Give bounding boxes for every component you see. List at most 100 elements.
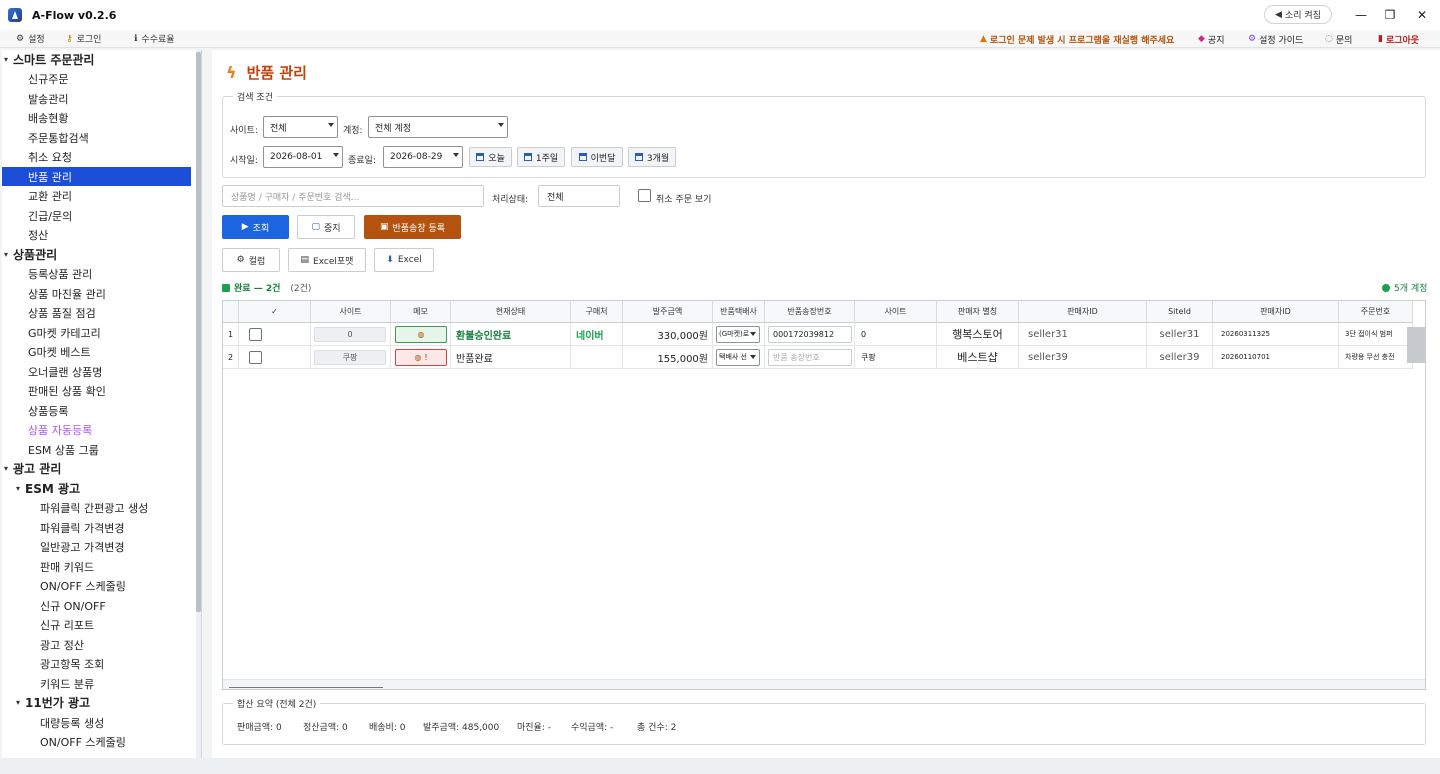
sound-toggle-button[interactable]: ◀ 소리 켜짐: [1264, 5, 1332, 24]
minimize-button[interactable]: —: [1350, 4, 1372, 26]
quick-3month-button[interactable]: 3개월: [628, 147, 676, 167]
sidebar-item-cancel[interactable]: 취소 요청: [28, 147, 192, 166]
memo-button[interactable]: ◍: [395, 325, 447, 343]
sidebar-item-registered[interactable]: 등록상품 관리: [28, 264, 192, 283]
search-button[interactable]: ▶ 조회: [222, 215, 289, 239]
column-header-siteid[interactable]: SiteId: [1147, 301, 1213, 323]
search-input[interactable]: 상품명 / 구매자 / 주문번호 검색...: [222, 185, 484, 207]
site-select[interactable]: 전체: [263, 116, 338, 138]
quick-month-button[interactable]: 이번달: [571, 147, 623, 167]
sidebar-scroll-thumb[interactable]: [196, 52, 201, 612]
table-horizontal-scroll-thumb[interactable]: [229, 682, 383, 688]
column-header-alias[interactable]: 판매자 별칭: [937, 301, 1019, 323]
column-header-seller-id-2[interactable]: 판매자ID: [1213, 301, 1339, 323]
column-header-invoice[interactable]: 반품송장번호: [765, 301, 855, 323]
column-header-seller-id[interactable]: 판매자ID: [1019, 301, 1147, 323]
close-button[interactable]: ✕: [1411, 4, 1433, 26]
sidebar-item-sold[interactable]: 판매된 상품 확인: [28, 381, 192, 400]
sidebar-item-exchange[interactable]: 교환 관리: [28, 186, 192, 205]
sidebar-item-sales-keyword[interactable]: 판매 키워드: [40, 557, 192, 576]
sidebar-item-11st-onoff[interactable]: ON/OFF 스케줄링: [40, 732, 192, 751]
sidebar-item-urgent[interactable]: 긴급/문의: [28, 206, 192, 225]
invoice-input[interactable]: 반품 송장번호: [768, 348, 852, 366]
sidebar-category-esm-ad[interactable]: ▾ ESM 광고: [16, 479, 192, 498]
menu-commission[interactable]: ℹ 수수료율: [134, 32, 175, 46]
sidebar-item-ad-settlement[interactable]: 광고 정산: [40, 635, 192, 654]
status-select[interactable]: 전체: [538, 185, 620, 207]
sidebar-item-return[interactable]: 반품 관리: [2, 167, 191, 186]
sidebar-category-product[interactable]: ▾ 상품관리: [4, 245, 194, 264]
sidebar-item-order-search[interactable]: 주문통합검색: [28, 128, 192, 147]
cancel-orders-checkbox[interactable]: [638, 189, 651, 202]
column-header-buyer[interactable]: 구매처: [571, 301, 623, 323]
menu-settings[interactable]: ⚙ 설정: [16, 32, 45, 46]
sidebar-item-ad-lookup[interactable]: 광고항목 조회: [40, 654, 192, 673]
column-header-courier[interactable]: 반품택배사: [713, 301, 765, 323]
sidebar-category-11st-ad[interactable]: ▾ 11번가 광고: [16, 693, 192, 712]
column-header-check[interactable]: ✓: [239, 301, 311, 323]
column-button[interactable]: ⚙ 컬럼: [222, 248, 280, 272]
site-pill[interactable]: 0: [314, 326, 386, 342]
account-select[interactable]: 전체 계정: [368, 116, 508, 138]
column-header-state[interactable]: 현재상태: [451, 301, 571, 323]
sidebar-item-new-report[interactable]: 신규 리포트: [40, 615, 192, 634]
sidebar-item-auto-register[interactable]: 상품 자동등록: [28, 420, 192, 439]
sidebar-item-label: 상품 자동등록: [28, 423, 93, 437]
sidebar-item-shipping[interactable]: 발송관리: [28, 89, 192, 108]
info-icon: ℹ: [134, 33, 138, 44]
invoice-input[interactable]: 000172039812: [768, 325, 852, 343]
column-header-order[interactable]: 주문번호: [1339, 301, 1413, 323]
sidebar-item-powerclick-price[interactable]: 파워클릭 가격변경: [40, 518, 192, 537]
sidebar-item-new-onoff[interactable]: 신규 ON/OFF: [40, 596, 192, 615]
courier-select[interactable]: (G마켓)로: [716, 325, 760, 343]
sidebar-item-label: 키워드 분류: [40, 677, 95, 691]
sidebar-item-gmarket-best[interactable]: G마켓 베스트: [28, 342, 192, 361]
memo-button[interactable]: ◍!: [395, 348, 447, 366]
sidebar-item-gmarket-category[interactable]: G마켓 카테고리: [28, 323, 192, 342]
end-date-picker[interactable]: 2026-08-29: [383, 146, 463, 168]
table-cell-courier: 택배사 선: [713, 346, 765, 369]
sidebar-item-esm-group[interactable]: ESM 상품 그룹: [28, 440, 192, 459]
sidebar-item-powerclick-create[interactable]: 파워클릭 간편광고 생성: [40, 498, 192, 517]
row-checkbox[interactable]: [249, 350, 262, 364]
sidebar-item-product-register[interactable]: 상품등록: [28, 401, 192, 420]
quick-week-button[interactable]: 1주일: [517, 147, 565, 167]
column-header-site[interactable]: 사이트: [311, 301, 391, 323]
quick-today-button[interactable]: 오늘: [469, 147, 512, 167]
register-return-invoice-button[interactable]: ▣ 반품송장 등록: [364, 215, 461, 239]
site-pill[interactable]: 쿠팡: [314, 349, 386, 365]
sidebar-item-margin[interactable]: 상품 마진율 관리: [28, 284, 192, 303]
guide-link[interactable]: ⚙ 설정 가이드: [1248, 30, 1303, 48]
sidebar-category-smart-order[interactable]: ▾ 스마트 주문관리: [4, 50, 194, 69]
column-header-site2[interactable]: 사이트: [855, 301, 937, 323]
header-label: 발주금액: [652, 307, 683, 316]
notice-link[interactable]: ◆ 공지: [1198, 30, 1224, 48]
inquiry-link[interactable]: ◌ 문의: [1325, 30, 1352, 48]
sidebar-item-onoff-schedule[interactable]: ON/OFF 스케줄링: [40, 576, 192, 595]
sidebar-item-bulk-create[interactable]: 대량등록 생성: [40, 713, 192, 732]
sidebar-category-ad[interactable]: ▾ 광고 관리: [4, 459, 194, 478]
excel-format-button[interactable]: ▤ Excel포맷: [288, 248, 366, 272]
logout-link[interactable]: ▮ 로그아웃: [1378, 30, 1419, 48]
excel-button[interactable]: ⬇ Excel: [374, 248, 434, 272]
sidebar-item-ownerclan[interactable]: 오너클랜 상품명: [28, 362, 192, 381]
table-cell-courier: (G마켓)로: [713, 323, 765, 346]
sidebar-item-settlement[interactable]: 정산: [28, 225, 192, 244]
sidebar-item-new-order[interactable]: 신규주문: [28, 69, 192, 88]
row-checkbox[interactable]: [249, 327, 262, 341]
stop-button[interactable]: ▢ 중지: [297, 215, 355, 239]
start-date-picker[interactable]: 2026-08-01: [263, 146, 343, 168]
alias-text: 베스트샵: [957, 351, 998, 364]
courier-select[interactable]: 택배사 선: [716, 348, 760, 366]
maximize-button[interactable]: ❐: [1379, 4, 1401, 26]
sidebar-item-keyword-class[interactable]: 키워드 분류: [40, 674, 192, 693]
table-vertical-scroll-thumb[interactable]: [1407, 327, 1425, 363]
sidebar-item-general-price[interactable]: 일반광고 가격변경: [40, 537, 192, 556]
sidebar-item-delivery[interactable]: 배송현황: [28, 108, 192, 127]
table-horizontal-scrollbar[interactable]: [223, 679, 1425, 689]
menu-login[interactable]: ⚷ 로그인: [66, 32, 101, 46]
column-header-amount[interactable]: 발주금액: [623, 301, 713, 323]
sidebar-scrollbar[interactable]: [196, 50, 201, 758]
sidebar-item-quality[interactable]: 상품 품질 점검: [28, 303, 192, 322]
column-header-memo[interactable]: 메모: [391, 301, 451, 323]
